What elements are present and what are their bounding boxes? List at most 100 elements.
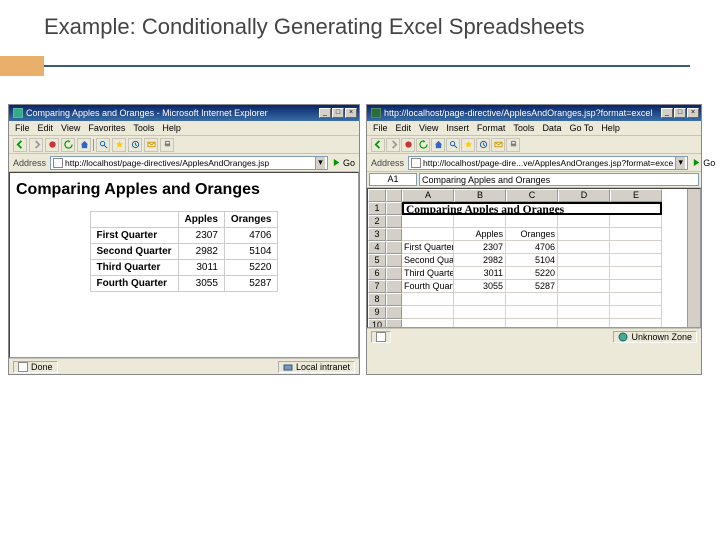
menu-file[interactable]: File	[15, 123, 30, 133]
row-header[interactable]: 2	[368, 215, 386, 228]
menu-help[interactable]: Help	[601, 123, 620, 133]
close-button[interactable]: ×	[345, 108, 357, 118]
go-button[interactable]: Go	[692, 158, 715, 168]
vertical-scrollbar[interactable]	[687, 189, 700, 328]
cell[interactable]: 3011	[454, 267, 506, 280]
row-header[interactable]: 5	[368, 254, 386, 267]
row-header[interactable]: 7	[368, 280, 386, 293]
print-button[interactable]	[160, 138, 174, 152]
row-header[interactable]: 3	[368, 228, 386, 241]
menu-goto[interactable]: Go To	[569, 123, 593, 133]
mail-button[interactable]	[491, 138, 505, 152]
mail-button[interactable]	[144, 138, 158, 152]
cell[interactable]: 4706	[506, 241, 558, 254]
col-header[interactable]: B	[454, 189, 506, 202]
address-input[interactable]: http://localhost/page-dire...ve/ApplesAn…	[408, 156, 688, 170]
history-button[interactable]	[476, 138, 490, 152]
minimize-button[interactable]: _	[661, 108, 673, 118]
menu-favorites[interactable]: Favorites	[88, 123, 125, 133]
address-input[interactable]: http://localhost/page-directives/ApplesA…	[50, 156, 328, 170]
cell[interactable]: Second Quarter	[402, 254, 454, 267]
divider	[0, 56, 720, 76]
col-header[interactable]: C	[506, 189, 558, 202]
row-header[interactable]: 6	[368, 267, 386, 280]
excel-toolbar	[367, 136, 701, 154]
menu-help[interactable]: Help	[162, 123, 181, 133]
cell[interactable]: 2307	[454, 241, 506, 254]
refresh-button[interactable]	[61, 138, 75, 152]
cell[interactable]: Third Quarter	[402, 267, 454, 280]
menu-tools[interactable]: Tools	[133, 123, 154, 133]
forward-button[interactable]	[386, 138, 400, 152]
ie-titlebar: Comparing Apples and Oranges - Microsoft…	[9, 105, 359, 121]
cell[interactable]: Apples	[454, 228, 506, 241]
name-box[interactable]: A1	[369, 173, 417, 186]
ie-toolbar	[9, 136, 359, 154]
menu-edit[interactable]: Edit	[38, 123, 54, 133]
ie-addressbar: Address http://localhost/page-directives…	[9, 154, 359, 172]
row-header[interactable]: 4	[368, 241, 386, 254]
col-header[interactable]: E	[610, 189, 662, 202]
menu-view[interactable]: View	[61, 123, 80, 133]
menu-view[interactable]: View	[419, 123, 438, 133]
print-button[interactable]	[506, 138, 520, 152]
history-button[interactable]	[128, 138, 142, 152]
excel-window: http://localhost/page-directive/ApplesAn…	[366, 104, 702, 375]
table-header-row: Apples Oranges	[90, 212, 278, 228]
select-all-cell[interactable]	[368, 189, 386, 202]
address-dropdown-button[interactable]: ▾	[315, 157, 325, 169]
cell[interactable]: First Quarter	[402, 241, 454, 254]
menu-tools[interactable]: Tools	[513, 123, 534, 133]
accent-box	[0, 56, 44, 76]
cell[interactable]: 3055	[454, 280, 506, 293]
formula-bar[interactable]: Comparing Apples and Oranges	[419, 173, 699, 186]
home-button[interactable]	[77, 138, 91, 152]
favorites-button[interactable]	[461, 138, 475, 152]
stop-button[interactable]	[401, 138, 415, 152]
menu-format[interactable]: Format	[477, 123, 506, 133]
divider-line	[44, 65, 690, 67]
cell[interactable]: Fourth Quarter	[402, 280, 454, 293]
back-button[interactable]	[371, 138, 385, 152]
forward-button[interactable]	[29, 138, 43, 152]
excel-grid[interactable]: A B C D E 1 Comparing Apples and Oranges…	[368, 189, 687, 328]
excel-menubar: File Edit View Insert Format Tools Data …	[367, 121, 701, 136]
menu-file[interactable]: File	[373, 123, 388, 133]
cell[interactable]: 2982	[454, 254, 506, 267]
cell[interactable]: 5287	[506, 280, 558, 293]
col-header[interactable]: D	[558, 189, 610, 202]
maximize-button[interactable]: □	[332, 108, 344, 118]
zone-text: Local intranet	[296, 362, 350, 372]
minimize-button[interactable]: _	[319, 108, 331, 118]
row-header[interactable]: 10	[368, 319, 386, 328]
excel-statusbar: Unknown Zone	[367, 328, 701, 344]
excel-icon	[371, 108, 381, 118]
home-button[interactable]	[431, 138, 445, 152]
close-button[interactable]: ×	[687, 108, 699, 118]
maximize-button[interactable]: □	[674, 108, 686, 118]
go-button[interactable]: Go	[332, 158, 355, 168]
row-header[interactable]: 1	[368, 202, 386, 215]
search-button[interactable]	[96, 138, 110, 152]
menu-insert[interactable]: Insert	[446, 123, 469, 133]
stop-button[interactable]	[45, 138, 59, 152]
row-header[interactable]: 9	[368, 306, 386, 319]
cell[interactable]: 5104	[506, 254, 558, 267]
ie-viewport: Comparing Apples and Oranges Apples Oran…	[9, 172, 359, 358]
table-row: First Quarter23074706	[90, 228, 278, 244]
refresh-button[interactable]	[416, 138, 430, 152]
cell[interactable]: Oranges	[506, 228, 558, 241]
back-button[interactable]	[13, 138, 27, 152]
menu-edit[interactable]: Edit	[396, 123, 412, 133]
cell[interactable]: 5220	[506, 267, 558, 280]
favorites-button[interactable]	[112, 138, 126, 152]
cell-heading[interactable]: Comparing Apples and Oranges	[402, 202, 662, 215]
done-icon	[18, 362, 28, 372]
search-button[interactable]	[446, 138, 460, 152]
address-dropdown-button[interactable]: ▾	[675, 157, 685, 169]
address-label: Address	[371, 158, 404, 168]
col-header[interactable]: A	[402, 189, 454, 202]
row-header[interactable]: 8	[368, 293, 386, 306]
menu-data[interactable]: Data	[542, 123, 561, 133]
excel-sheet-area: A B C D E 1 Comparing Apples and Oranges…	[367, 188, 701, 328]
